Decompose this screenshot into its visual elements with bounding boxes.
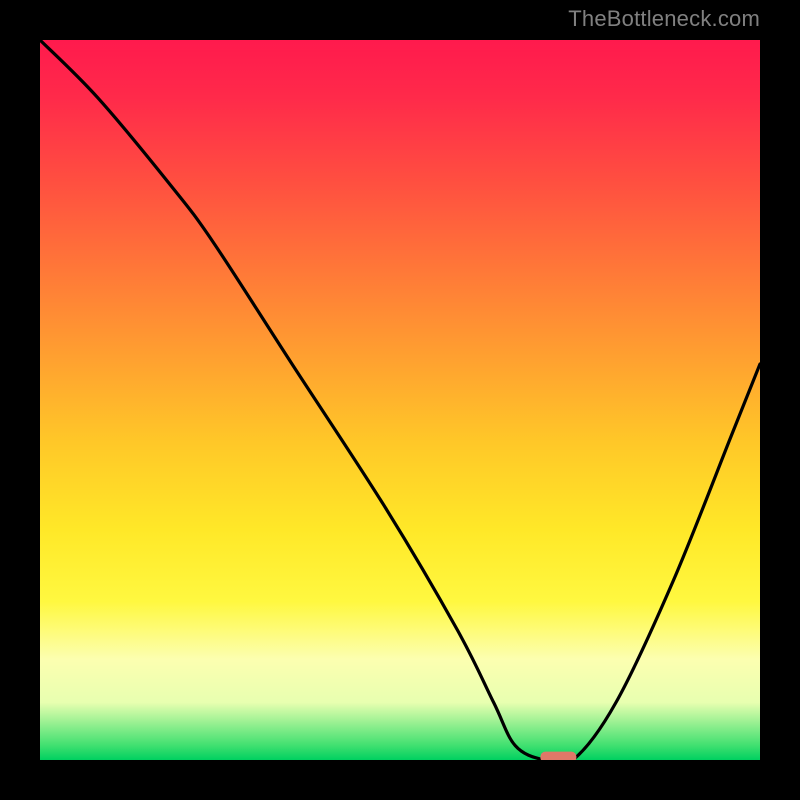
curve-svg [40, 40, 760, 760]
chart-container: TheBottleneck.com [0, 0, 800, 800]
plot-area [40, 40, 760, 760]
watermark-text: TheBottleneck.com [568, 6, 760, 32]
minimum-marker [540, 752, 576, 760]
curve-line [40, 40, 760, 760]
